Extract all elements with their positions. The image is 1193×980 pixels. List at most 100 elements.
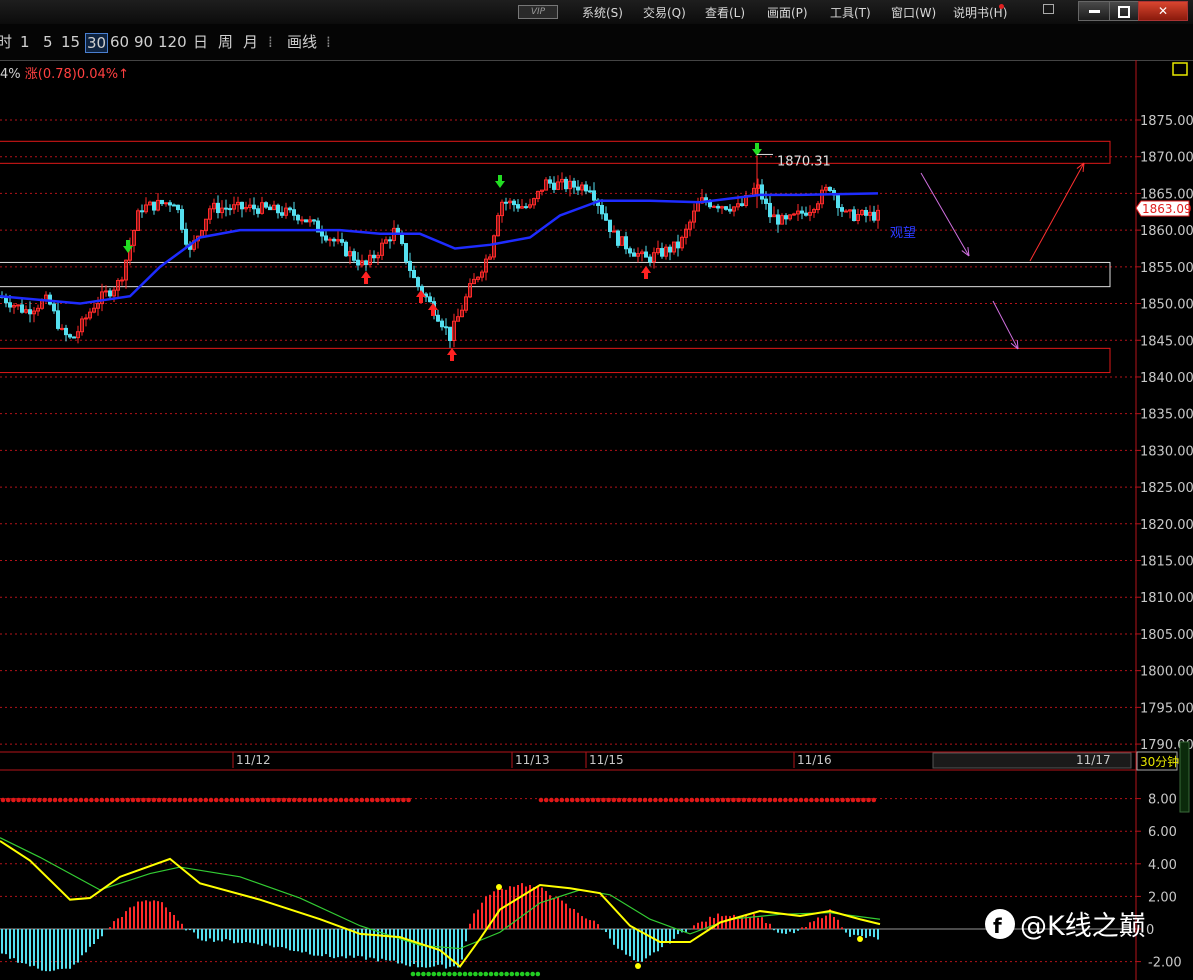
signal-dot xyxy=(741,797,747,803)
candle-body xyxy=(768,202,772,218)
signal-dot xyxy=(601,797,606,803)
signal-dot xyxy=(349,797,354,803)
candle-body xyxy=(524,206,528,209)
vertical-scroll-icon[interactable] xyxy=(1179,741,1190,813)
signal-dot xyxy=(611,797,617,803)
minimize-button[interactable] xyxy=(1078,1,1110,21)
signal-dot xyxy=(866,797,871,803)
period-day[interactable]: 日 xyxy=(193,33,208,51)
signal-dot xyxy=(777,797,783,803)
price-tick-label: 1875.00 xyxy=(1140,114,1193,129)
sell-signal-arrow-icon xyxy=(498,175,502,181)
signal-dot xyxy=(141,797,146,803)
signal-dot xyxy=(250,797,255,803)
signal-dot xyxy=(255,797,261,803)
period-120[interactable]: 120 xyxy=(158,33,187,51)
candle-body xyxy=(864,210,868,216)
signal-dot xyxy=(673,797,679,803)
signal-dot xyxy=(47,797,53,803)
period-5[interactable]: 5 xyxy=(43,33,53,51)
date-label: 11/13 xyxy=(515,753,550,767)
candle-body xyxy=(168,202,172,206)
period-15[interactable]: 15 xyxy=(61,33,80,51)
period-month[interactable]: 月 xyxy=(243,33,258,51)
candle-body xyxy=(576,186,580,191)
signal-dot xyxy=(564,797,570,803)
layout-toggle-icon[interactable] xyxy=(1172,62,1188,76)
date-label: 11/15 xyxy=(589,753,624,767)
signal-dot xyxy=(871,797,877,803)
period-30[interactable]: 30 xyxy=(85,33,109,53)
signal-dot xyxy=(530,971,535,977)
price-tick-label: 1805.00 xyxy=(1140,628,1193,643)
restore-icon xyxy=(1118,5,1130,18)
candle-body xyxy=(356,259,360,266)
signal-dot xyxy=(855,797,861,803)
menu-tools[interactable]: 工具(T) xyxy=(830,4,871,21)
signal-dot xyxy=(177,797,183,803)
signal-dot xyxy=(793,797,799,803)
sell-signal-arrow-icon xyxy=(752,149,762,156)
candle-body xyxy=(548,179,552,184)
signal-dot xyxy=(375,797,380,803)
price-tick-label: 1800.00 xyxy=(1140,665,1193,680)
buy-signal-arrow-icon xyxy=(364,278,368,284)
kline-chart[interactable]: 1870.31 观望 1875.00 1870.00 1865.00 1860.00 18… xyxy=(0,60,1193,980)
macd-tick-label: 2.00 xyxy=(1148,890,1177,905)
signal-dot xyxy=(229,797,235,803)
period-tick[interactable]: 时 xyxy=(0,33,12,51)
maximize-button[interactable] xyxy=(1109,1,1139,21)
signal-dot xyxy=(68,797,73,803)
candle-body xyxy=(740,203,744,206)
buy-signal-arrow-icon xyxy=(419,297,423,303)
candle-body xyxy=(716,205,720,209)
period-label: 30分钟 xyxy=(1140,754,1179,769)
signal-dot xyxy=(63,797,68,803)
close-button[interactable]: ✕ xyxy=(1138,1,1188,21)
signal-dot xyxy=(380,797,385,803)
signal-dot xyxy=(219,797,224,803)
candle-body xyxy=(604,213,608,221)
candle-body xyxy=(16,304,20,307)
candle-body xyxy=(436,314,440,322)
buy-signal-arrow-icon xyxy=(450,355,454,361)
signal-dot xyxy=(182,797,188,803)
menu-view[interactable]: 查看(L) xyxy=(705,4,745,21)
signal-dot xyxy=(757,797,762,803)
period-1[interactable]: 1 xyxy=(20,33,30,51)
signal-dot xyxy=(125,797,131,803)
close-icon: ✕ xyxy=(1157,4,1169,18)
macd-dif-line xyxy=(0,840,881,968)
signal-dot xyxy=(845,797,851,803)
price-tick-label: 1815.00 xyxy=(1140,555,1193,570)
draw-line-button[interactable]: 画线 xyxy=(287,33,317,51)
candle-body xyxy=(320,231,324,237)
signal-dot xyxy=(208,797,214,803)
candle-body xyxy=(584,184,588,192)
candle-body xyxy=(224,207,228,210)
signal-dot xyxy=(663,797,669,803)
period-60[interactable]: 60 xyxy=(110,33,129,51)
candle-body xyxy=(612,230,616,233)
menu-screen[interactable]: 画面(P) xyxy=(767,4,808,21)
signal-dot xyxy=(658,797,663,803)
menu-system[interactable]: 系统(S) xyxy=(582,4,623,21)
signal-dot xyxy=(488,971,494,977)
signal-dot xyxy=(328,797,333,803)
candle-body xyxy=(276,204,280,214)
period-90[interactable]: 90 xyxy=(134,33,153,51)
signal-dot xyxy=(338,797,344,803)
restore-small-icon[interactable] xyxy=(1043,4,1054,14)
signal-dot xyxy=(130,797,136,803)
signal-dot xyxy=(426,971,431,977)
vip-badge[interactable]: VIP xyxy=(518,5,558,19)
signal-dot xyxy=(239,797,245,803)
buy-signal-arrow-icon xyxy=(416,290,426,297)
menu-window[interactable]: 窗口(W) xyxy=(891,4,936,21)
change-text: 涨(0.78)0.04%↑ xyxy=(24,67,130,82)
signal-dot xyxy=(213,797,219,803)
period-week[interactable]: 周 xyxy=(218,33,233,51)
signal-dot xyxy=(57,797,63,803)
signal-dot xyxy=(203,797,209,803)
menu-trade[interactable]: 交易(Q) xyxy=(643,4,686,21)
